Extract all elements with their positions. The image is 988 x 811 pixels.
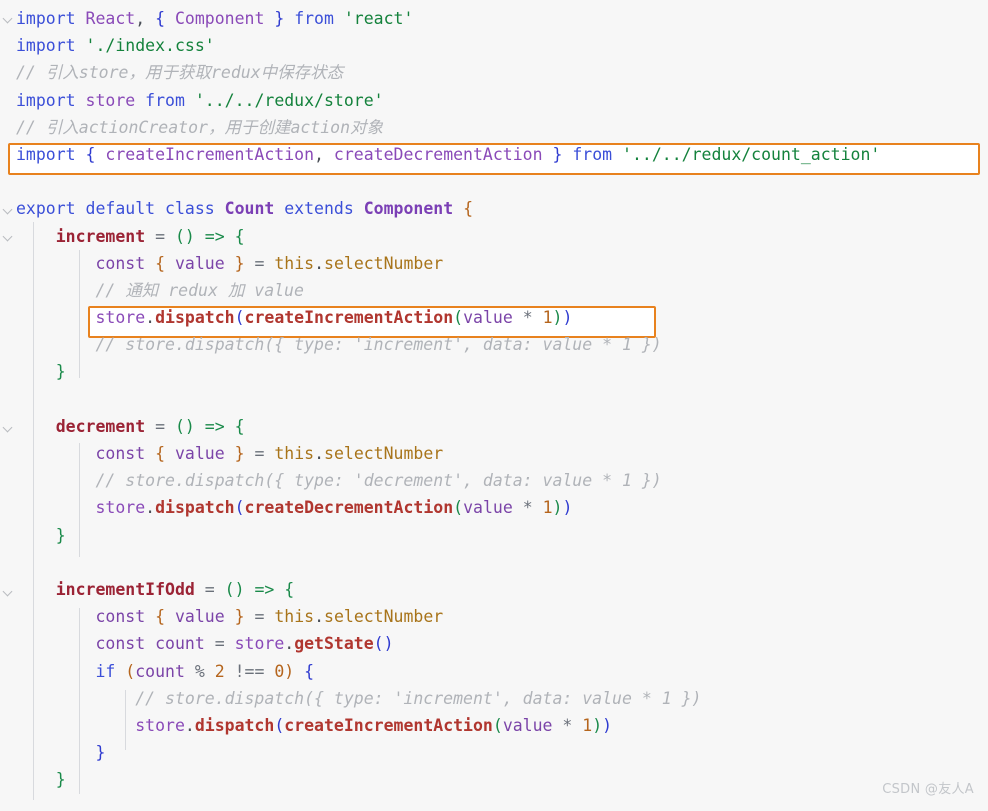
code-line[interactable]: } <box>16 766 988 793</box>
code-line[interactable]: increment = () => { <box>16 223 988 250</box>
code-line[interactable]: decrement = () => { <box>16 413 988 440</box>
code-content[interactable]: import React, { Component } from 'react'… <box>0 5 988 793</box>
code-line[interactable]: import './index.css' <box>16 32 988 59</box>
code-line[interactable]: } <box>16 358 988 385</box>
code-line[interactable]: if (count % 2 !== 0) { <box>16 658 988 685</box>
comment-import-store: // 引入store，用于获取redux中保存状态 <box>16 63 344 83</box>
code-line[interactable]: store.dispatch(createDecrementAction(val… <box>16 494 988 521</box>
comment-import-action-creator: // 引入actionCreator，用于创建action对象 <box>16 117 384 137</box>
code-line[interactable]: } <box>16 739 988 766</box>
code-line-highlighted[interactable]: import { createIncrementAction, createDe… <box>16 141 988 168</box>
code-line[interactable]: // store.dispatch({ type: 'increment', d… <box>16 331 988 358</box>
code-line[interactable]: const { value } = this.selectNumber <box>16 440 988 467</box>
code-line[interactable]: import React, { Component } from 'react' <box>16 5 988 32</box>
comment-dispatch-increment-literal-2: // store.dispatch({ type: 'increment', d… <box>135 688 702 708</box>
csdn-watermark: CSDN @友人A <box>882 781 974 797</box>
code-line[interactable]: // 引入actionCreator，用于创建action对象 <box>16 114 988 141</box>
code-line[interactable]: // 引入store，用于获取redux中保存状态 <box>16 59 988 86</box>
code-line-blank[interactable] <box>16 549 988 576</box>
code-line-blank[interactable] <box>16 168 988 195</box>
code-editor[interactable]: import React, { Component } from 'react'… <box>0 0 988 811</box>
comment-dispatch-increment-literal: // store.dispatch({ type: 'increment', d… <box>95 335 662 355</box>
code-line[interactable]: export default class Count extends Compo… <box>16 195 988 222</box>
code-line[interactable]: incrementIfOdd = () => { <box>16 576 988 603</box>
code-line[interactable]: const { value } = this.selectNumber <box>16 250 988 277</box>
code-line[interactable]: import store from '../../redux/store' <box>16 87 988 114</box>
comment-notify-redux: // 通知 redux 加 value <box>95 280 304 300</box>
code-line-blank[interactable] <box>16 386 988 413</box>
code-line[interactable]: const count = store.getState() <box>16 630 988 657</box>
code-line[interactable]: const { value } = this.selectNumber <box>16 603 988 630</box>
code-line[interactable]: // store.dispatch({ type: 'decrement', d… <box>16 467 988 494</box>
code-line-highlighted[interactable]: store.dispatch(createIncrementAction(val… <box>16 304 988 331</box>
code-line[interactable]: // store.dispatch({ type: 'increment', d… <box>16 685 988 712</box>
code-line[interactable]: } <box>16 522 988 549</box>
code-line[interactable]: // 通知 redux 加 value <box>16 277 988 304</box>
code-line[interactable]: store.dispatch(createIncrementAction(val… <box>16 712 988 739</box>
comment-dispatch-decrement-literal: // store.dispatch({ type: 'decrement', d… <box>95 471 662 491</box>
